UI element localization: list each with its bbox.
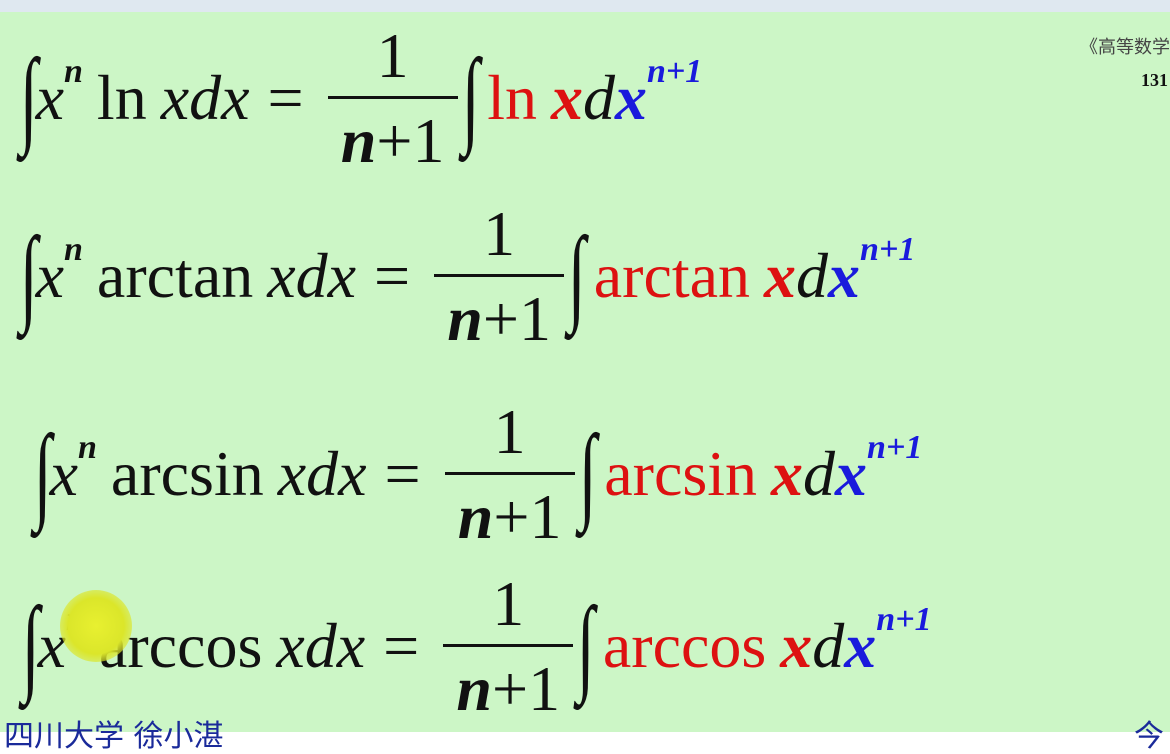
footer-author: 四川大学 徐小湛 [4, 719, 224, 754]
footer-corner-text: 今 [1134, 719, 1164, 754]
lhs-var: x [35, 240, 64, 311]
fraction: 1 n+1 [444, 395, 575, 552]
integral-symbol: ∫ [568, 216, 586, 335]
formula-arctan: ∫ xn arctan xdx = 1 n+1 ∫ arctan x d x n+1 [19, 196, 916, 356]
rhs-d: d [803, 438, 836, 509]
formula-arccos: ∫ xn arccos xdx = 1 n+1 ∫ arccos xdxn+1 [21, 566, 932, 726]
rhs-power: n+1 [860, 231, 916, 268]
lhs-var: x [35, 62, 64, 133]
fraction: 1 n+1 [434, 197, 565, 354]
lhs-power: n [64, 231, 83, 268]
rhs-func: ln [487, 62, 537, 133]
fraction: 1 n+1 [443, 567, 574, 724]
formula-ln: ∫ xn ln xdx = 1 n+1 ∫ ln x d x n+1 [19, 18, 703, 178]
rhs-dx: x [828, 240, 861, 311]
rhs-d: d [812, 610, 845, 681]
lhs-tail: xdx [160, 62, 250, 133]
equals-sign: = [374, 240, 411, 311]
integral-symbol: ∫ [21, 586, 40, 705]
equals-sign: = [383, 610, 420, 681]
fraction-denominator: n+1 [340, 104, 445, 176]
fraction-denominator: n+1 [457, 480, 562, 552]
rhs-dx: x [835, 438, 868, 509]
rhs-power: n+1 [876, 601, 932, 638]
integral-symbol: ∫ [577, 586, 595, 705]
integral-symbol: ∫ [461, 38, 480, 157]
lhs-func: ln [96, 62, 147, 133]
fraction-denominator: n+1 [456, 652, 561, 724]
fraction-denominator: n+1 [447, 282, 551, 354]
integral-symbol: ∫ [578, 414, 597, 533]
rhs-d: d [582, 62, 615, 133]
integral-symbol: ∫ [33, 414, 52, 533]
fraction-numerator: 1 [483, 197, 516, 269]
rhs-func: arccos [602, 610, 767, 681]
fraction-numerator: 1 [493, 395, 526, 467]
fraction-numerator: 1 [492, 567, 525, 639]
rhs-d: d [796, 240, 829, 311]
fraction-numerator: 1 [376, 19, 409, 91]
rhs-x: x [764, 240, 797, 311]
fraction: 1 n+1 [327, 19, 458, 176]
formula-arcsin: ∫ xn arcsin xdx = 1 n+1 ∫ arcsin x d x n+1 [33, 394, 923, 554]
rhs-func: arcsin [604, 438, 758, 509]
lhs-var: x [49, 438, 78, 509]
book-reference: 《高等数学 [1080, 37, 1170, 57]
lhs-power: n [64, 53, 83, 90]
page-number: 131 [1141, 70, 1168, 90]
lhs-tail: xdx [276, 610, 366, 681]
laser-pointer-highlight [60, 590, 132, 662]
integral-symbol: ∫ [19, 38, 38, 157]
equals-sign: = [267, 62, 304, 133]
rhs-power: n+1 [646, 53, 703, 90]
rhs-dx: x [844, 610, 877, 681]
lhs-power: n [78, 429, 97, 466]
lhs-func: arcsin [110, 438, 264, 509]
rhs-x: x [780, 610, 813, 681]
equals-sign: = [384, 438, 421, 509]
rhs-dx: x [614, 62, 647, 133]
lhs-func: arctan [96, 240, 254, 311]
window-top-strip [0, 0, 1170, 12]
rhs-x: x [771, 438, 804, 509]
lhs-tail: xdx [267, 240, 357, 311]
rhs-func: arctan [593, 240, 751, 311]
lhs-tail: xdx [277, 438, 367, 509]
rhs-power: n+1 [867, 429, 923, 466]
rhs-x: x [550, 62, 583, 133]
integral-symbol: ∫ [19, 216, 38, 335]
